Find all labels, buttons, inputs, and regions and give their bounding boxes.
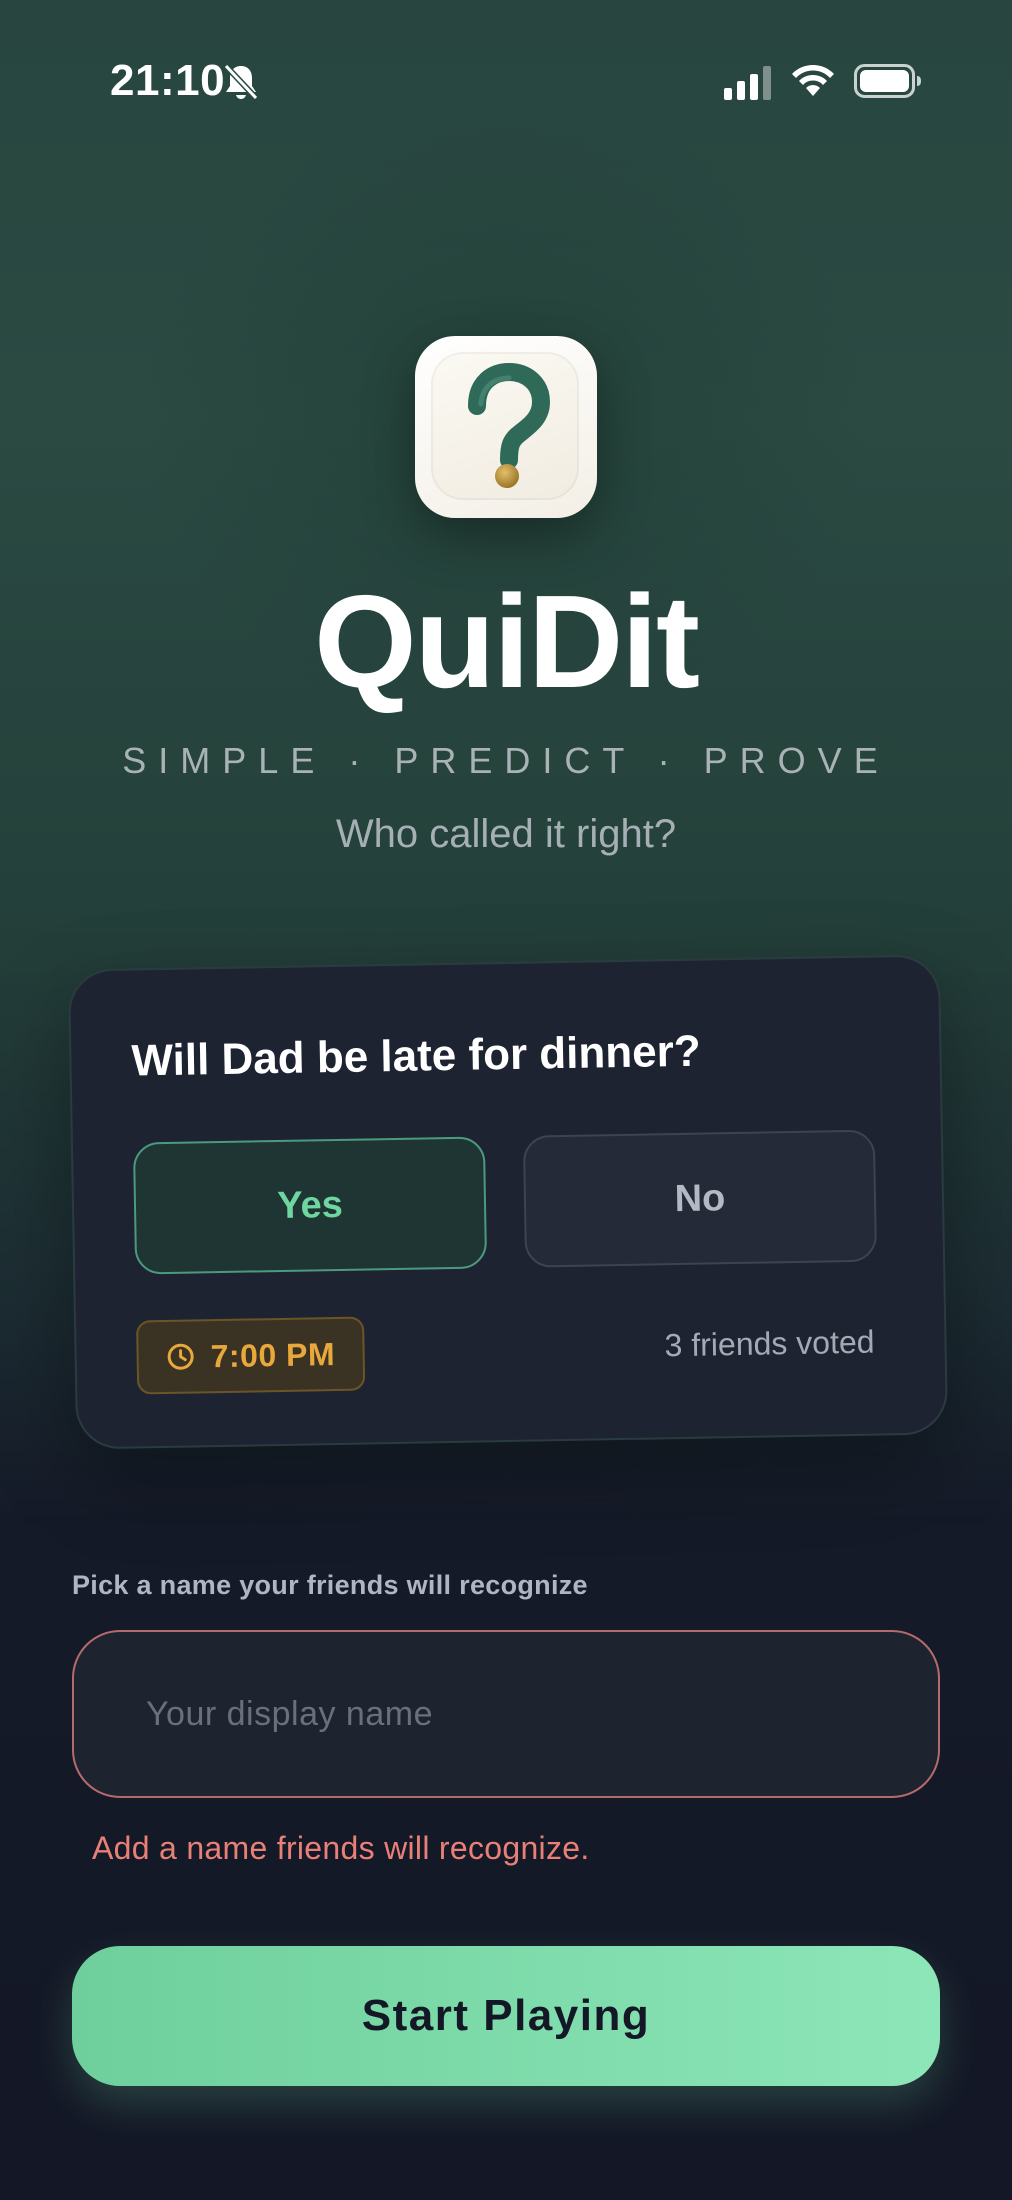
display-name-label: Pick a name your friends will recognize <box>72 1570 588 1600</box>
votes-count: 3 friends voted <box>664 1323 875 1364</box>
wifi-icon <box>792 65 834 96</box>
cellular-signal-icon <box>724 66 771 100</box>
question-mark-icon <box>468 362 551 488</box>
app-title: QuiDit <box>314 568 700 715</box>
display-name-input[interactable] <box>72 1630 940 1798</box>
app-tagline: SIMPLE · PREDICT · PROVE <box>122 740 890 781</box>
app-logo <box>415 336 597 518</box>
battery-icon <box>854 64 921 98</box>
status-time: 21:10 <box>110 56 226 105</box>
vote-yes-button[interactable]: Yes <box>132 1136 488 1275</box>
start-playing-button[interactable]: Start Playing <box>72 1946 940 2086</box>
vote-no-button[interactable]: No <box>522 1129 878 1268</box>
card-question: Will Dad be late for dinner? <box>131 1026 702 1086</box>
deadline-badge: 7:00 PM <box>136 1316 366 1395</box>
display-name-error: Add a name friends will recognize. <box>92 1830 590 1866</box>
app-subtitle: Who called it right? <box>335 812 677 856</box>
bell-slash-icon <box>223 63 259 101</box>
example-prediction-card: Will Dad be late for dinner? Yes No 7:00… <box>67 954 949 1450</box>
status-bar: 21:10 <box>0 0 1012 165</box>
clock-icon <box>167 1343 194 1370</box>
deadline-time: 7:00 PM <box>210 1335 336 1374</box>
